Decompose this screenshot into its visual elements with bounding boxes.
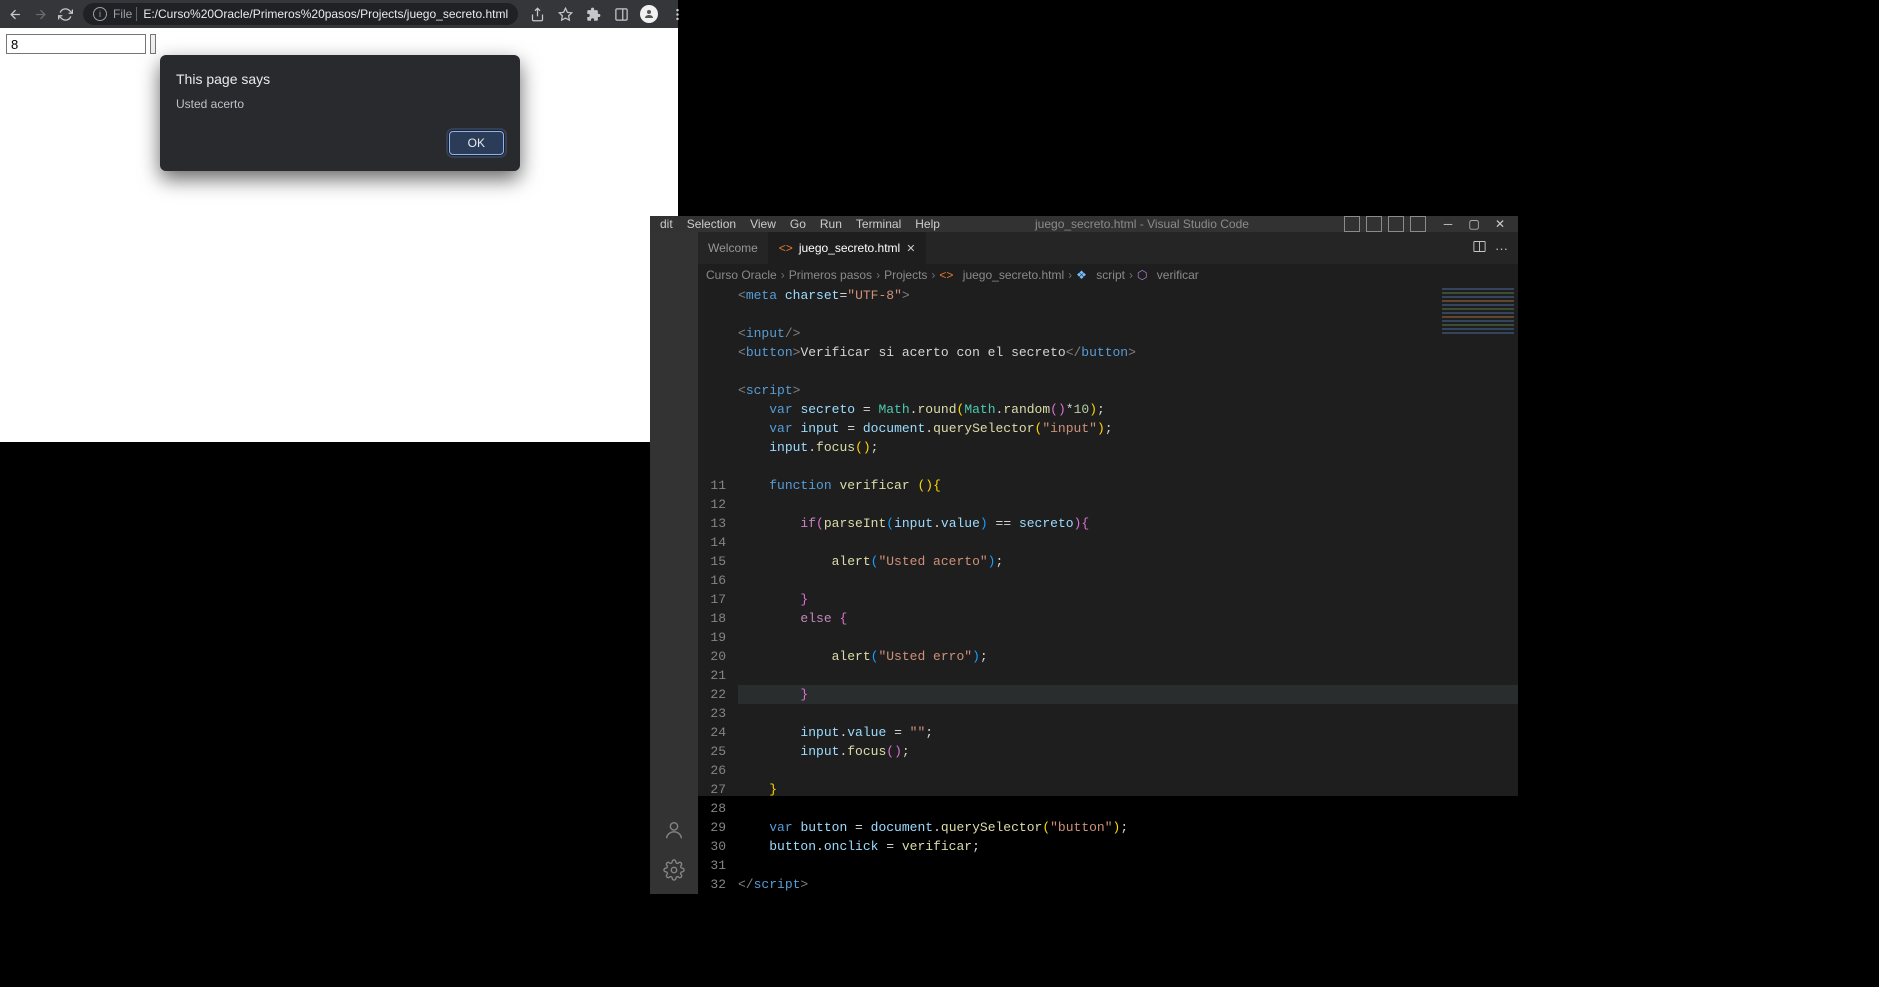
- js-alert-dialog: This page says Usted acerto OK: [160, 55, 520, 171]
- line-gutter: 11 12 13 14 15 16 17 18 19 20 21 22 23 2…: [698, 286, 738, 894]
- alert-message: Usted acerto: [176, 97, 504, 111]
- profile-avatar[interactable]: [640, 5, 658, 23]
- layout-controls: [1344, 216, 1426, 232]
- more-actions-icon[interactable]: ···: [1495, 241, 1508, 256]
- chrome-browser-window: i File E:/Curso%20Oracle/Primeros%20paso…: [0, 0, 678, 442]
- panel-icon[interactable]: [612, 5, 630, 23]
- accounts-icon[interactable]: [662, 818, 686, 842]
- breadcrumb[interactable]: Curso Oracle› Primeros pasos› Projects› …: [698, 264, 1518, 286]
- star-icon[interactable]: [556, 5, 574, 23]
- url-scheme: File: [113, 7, 137, 21]
- split-editor-icon[interactable]: [1472, 239, 1487, 257]
- back-icon[interactable]: [8, 5, 23, 23]
- verify-button[interactable]: [150, 34, 156, 54]
- code-editor[interactable]: 11 12 13 14 15 16 17 18 19 20 21 22 23 2…: [698, 286, 1518, 894]
- url-text: E:/Curso%20Oracle/Primeros%20pasos/Proje…: [143, 7, 508, 21]
- layout-icon[interactable]: [1344, 216, 1360, 232]
- address-bar[interactable]: i File E:/Curso%20Oracle/Primeros%20paso…: [83, 3, 518, 25]
- maximize-icon[interactable]: ▢: [1466, 216, 1482, 232]
- layout-icon[interactable]: [1366, 216, 1382, 232]
- symbol-icon: ❖: [1076, 268, 1087, 282]
- alert-ok-button[interactable]: OK: [449, 131, 504, 155]
- menu-help[interactable]: Help: [915, 217, 940, 231]
- menu-run[interactable]: Run: [820, 217, 842, 231]
- extensions-icon[interactable]: [584, 5, 602, 23]
- menu-view[interactable]: View: [750, 217, 776, 231]
- forward-icon[interactable]: [33, 5, 48, 23]
- browser-toolbar: i File E:/Curso%20Oracle/Primeros%20paso…: [0, 0, 678, 28]
- vscode-titlebar: dit Selection View Go Run Terminal Help …: [650, 216, 1518, 232]
- tab-close-icon[interactable]: ✕: [906, 242, 915, 255]
- activity-bar: [650, 232, 698, 894]
- layout-icon[interactable]: [1388, 216, 1404, 232]
- menu-terminal[interactable]: Terminal: [856, 217, 901, 231]
- code-area[interactable]: <meta charset="UTF-8"> <input/> <button>…: [738, 286, 1518, 894]
- guess-input[interactable]: [6, 34, 146, 54]
- menu-edit[interactable]: dit: [660, 217, 673, 231]
- share-icon[interactable]: [528, 5, 546, 23]
- close-icon[interactable]: ✕: [1492, 216, 1508, 232]
- menu-bar: dit Selection View Go Run Terminal Help: [660, 217, 940, 231]
- menu-go[interactable]: Go: [790, 217, 806, 231]
- html-file-icon: <>: [939, 268, 953, 282]
- vscode-window: dit Selection View Go Run Terminal Help …: [650, 216, 1518, 796]
- minimize-icon[interactable]: ─: [1440, 216, 1456, 232]
- kebab-menu-icon[interactable]: [668, 5, 686, 23]
- window-title: juego_secreto.html - Visual Studio Code: [940, 217, 1344, 231]
- alert-title: This page says: [176, 71, 504, 87]
- reload-icon[interactable]: [58, 5, 73, 23]
- html-file-icon: <>: [779, 241, 793, 255]
- minimap[interactable]: [1438, 286, 1518, 466]
- editor-tabs: Welcome <> juego_secreto.html ✕ ···: [698, 232, 1518, 264]
- settings-gear-icon[interactable]: [662, 858, 686, 882]
- function-icon: ⬡: [1137, 268, 1147, 282]
- page-body: This page says Usted acerto OK: [0, 28, 678, 442]
- site-info-icon[interactable]: i: [93, 7, 107, 21]
- tab-welcome[interactable]: Welcome: [698, 232, 769, 264]
- tab-file[interactable]: <> juego_secreto.html ✕: [769, 232, 927, 264]
- menu-selection[interactable]: Selection: [687, 217, 736, 231]
- layout-icon[interactable]: [1410, 216, 1426, 232]
